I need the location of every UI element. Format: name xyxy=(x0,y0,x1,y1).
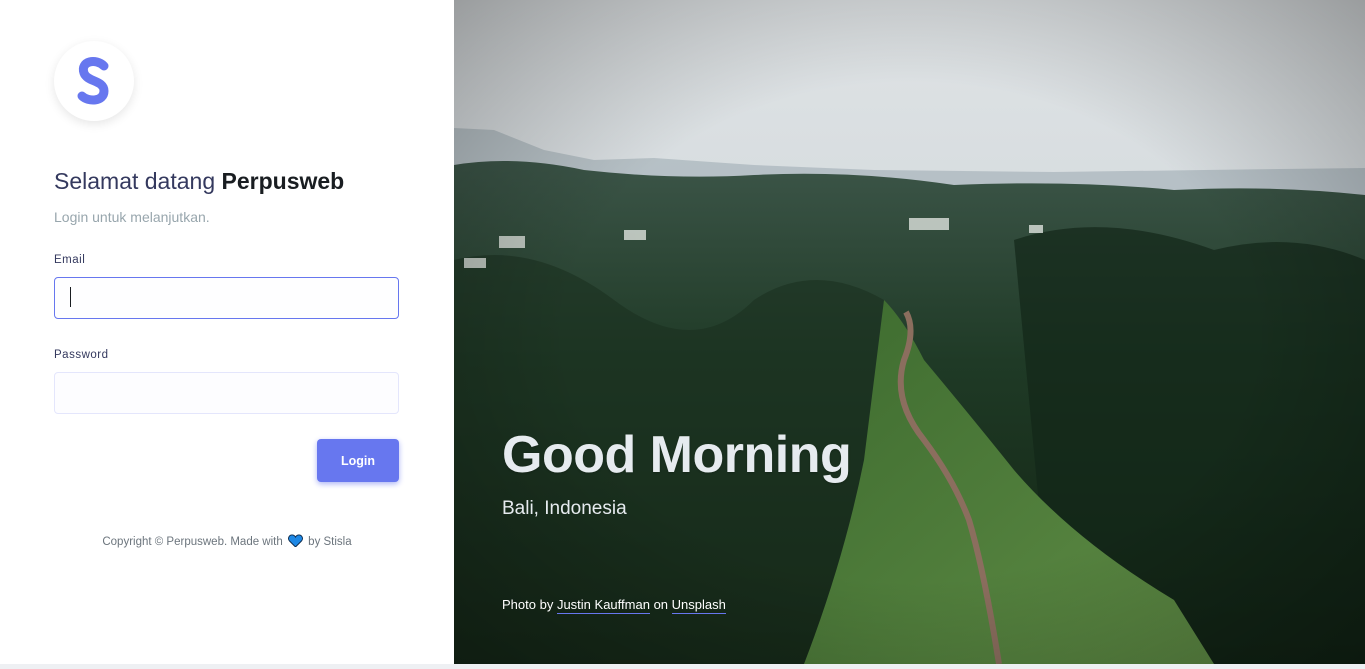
brand-name: Perpusweb xyxy=(221,168,345,194)
hero-background: Good Morning Bali, Indonesia Photo by Ju… xyxy=(454,0,1365,664)
photographer-link[interactable]: Justin Kauffman xyxy=(556,597,650,614)
page-bottom-edge xyxy=(0,664,1365,669)
landscape-photo xyxy=(454,0,1365,664)
credit-prefix: Photo by xyxy=(502,597,554,612)
password-field[interactable] xyxy=(54,372,399,414)
credit-mid: on xyxy=(653,597,669,612)
welcome-text: Selamat datang xyxy=(54,168,216,194)
copyright-suffix: by Stisla xyxy=(308,536,352,548)
stisla-s-logo-icon xyxy=(77,57,109,105)
copyright: Copyright © Perpusweb. Made with by Stis… xyxy=(0,534,454,548)
heart-icon xyxy=(288,534,303,547)
unsplash-link[interactable]: Unsplash xyxy=(671,597,726,614)
logo xyxy=(54,41,134,121)
subtitle: Login untuk melanjutkan. xyxy=(54,209,210,225)
email-label: Email xyxy=(54,254,86,266)
email-field[interactable] xyxy=(54,277,399,319)
greeting-heading: Good Morning xyxy=(502,426,852,484)
copyright-text: Copyright © Perpusweb. Made with xyxy=(102,536,283,548)
page-title: Selamat datang Perpusweb xyxy=(54,168,344,195)
text-cursor xyxy=(70,287,71,307)
password-label: Password xyxy=(54,349,109,361)
photo-credit: Photo by Justin Kauffman on Unsplash xyxy=(502,597,726,614)
login-button[interactable]: Login xyxy=(317,439,399,482)
login-panel: Selamat datang Perpusweb Login untuk mel… xyxy=(0,0,454,664)
photo-location: Bali, Indonesia xyxy=(502,498,627,519)
